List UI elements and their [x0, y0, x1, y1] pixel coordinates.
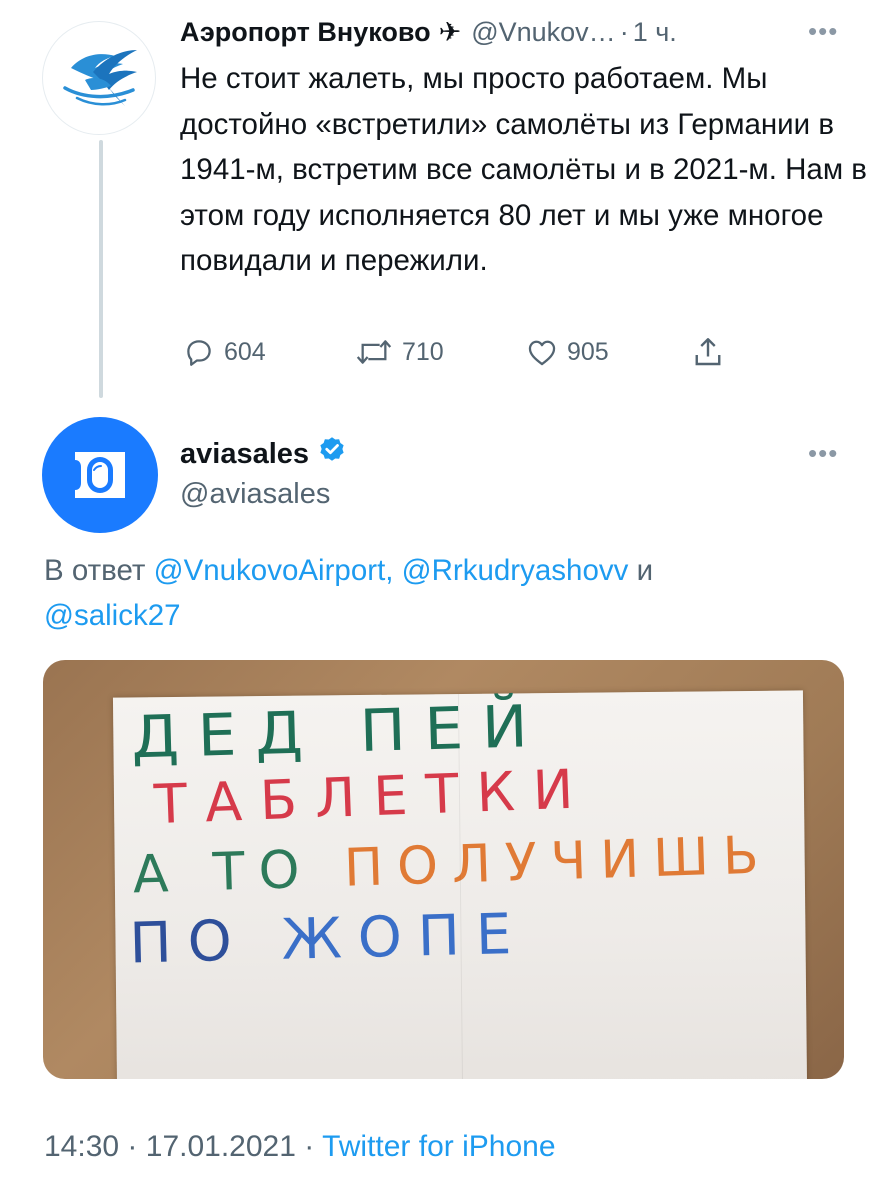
attached-photo[interactable]: ДЕД ПЕЙ ТАБЛЕТКИ А ТО ПОЛУЧИШЬ ПО ЖОПЕ	[43, 660, 844, 1079]
retweet-count: 710	[402, 337, 444, 366]
reply-and: и	[636, 554, 654, 587]
reply-button[interactable]: 604	[180, 330, 266, 374]
note-line-1: ДЕД ПЕЙ	[130, 691, 548, 772]
share-icon	[695, 338, 721, 366]
thread-line	[99, 140, 103, 398]
note-line-3: А ТО ПОЛУЧИШЬ	[132, 825, 774, 905]
tweet2-author-row: aviasales	[180, 434, 347, 474]
tweet2-author-name[interactable]: aviasales	[180, 438, 309, 471]
mention-vnukovo[interactable]: @VnukovoAirport,	[154, 554, 394, 587]
note-line-3-part2: ПОЛУЧИШЬ	[343, 825, 774, 899]
note-line-4-part1: ПО	[128, 907, 283, 977]
tweet1-time[interactable]: 1 ч.	[633, 17, 677, 48]
retweet-icon	[356, 340, 392, 364]
like-button[interactable]: 905	[523, 330, 609, 374]
footer-separator-2: ·	[304, 1130, 315, 1163]
tweet2-more-icon[interactable]: •••	[808, 440, 838, 466]
airplane-emoji-icon: ✈	[438, 16, 462, 47]
tweet1-author-name[interactable]: Аэропорт Внуково	[180, 17, 431, 48]
tweet2-time: 14:30	[44, 1130, 120, 1163]
tweet1-actions: 604 710 905	[180, 330, 740, 374]
tweet-timestamp-line: 14:30 · 17.01.2021 · Twitter for iPhone	[44, 1130, 556, 1164]
note-line-4-part2: ЖОПЕ	[280, 901, 529, 973]
mention-salick27[interactable]: @salick27	[44, 599, 181, 632]
note-line-2: ТАБЛЕТКИ	[152, 757, 593, 837]
retweet-button[interactable]: 710	[352, 330, 444, 374]
reply-to-line: В ответ @VnukovoAirport, @Rrkudryashovv …	[44, 548, 844, 638]
note-line-4: ПО ЖОПЕ	[129, 902, 528, 977]
reply-count: 604	[224, 337, 266, 366]
mention-rrkudryashovv[interactable]: @Rrkudryashovv	[402, 554, 629, 587]
tweet1-header: Аэропорт Внуково ✈ @Vnukov… · 1 ч.	[180, 12, 677, 52]
footer-separator-1: ·	[127, 1130, 138, 1163]
note-line-3-part1: А ТО	[131, 838, 345, 906]
tweet2-source[interactable]: Twitter for iPhone	[322, 1130, 555, 1163]
aviasales-avatar[interactable]	[42, 417, 158, 533]
like-count: 905	[567, 337, 609, 366]
tweet1-text: Не стоит жалеть, мы просто работаем. Мы …	[180, 62, 867, 277]
verified-icon	[317, 435, 347, 473]
reply-icon	[187, 340, 211, 366]
tweet2-handle[interactable]: @aviasales	[180, 478, 330, 511]
vnukovo-logo-icon	[63, 50, 137, 106]
share-button[interactable]	[690, 330, 726, 374]
like-icon	[528, 340, 556, 366]
tweet1-separator: ·	[619, 16, 629, 47]
handwritten-note: ДЕД ПЕЙ ТАБЛЕТКИ А ТО ПОЛУЧИШЬ ПО ЖОПЕ	[112, 690, 808, 1079]
reply-prefix: В ответ	[44, 554, 146, 587]
tweet1-more-icon[interactable]: •••	[808, 18, 838, 44]
aviasales-logo-icon	[75, 452, 125, 498]
tweet1-handle[interactable]: @Vnukov…	[471, 17, 615, 48]
vnukovo-avatar[interactable]	[42, 21, 156, 135]
tweet2-date: 17.01.2021	[145, 1130, 296, 1163]
